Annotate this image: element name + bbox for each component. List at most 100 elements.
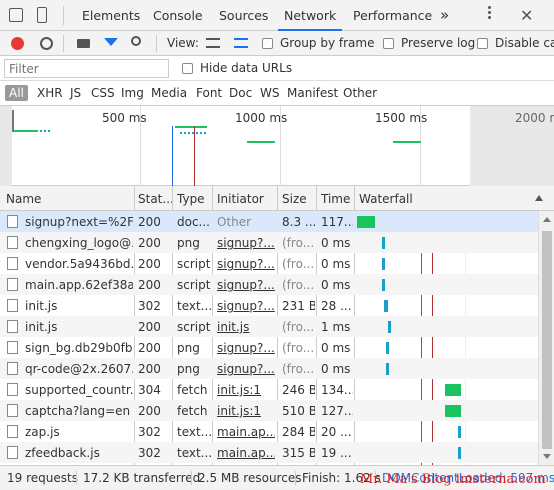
waterfall-bar bbox=[382, 237, 386, 249]
more-options-icon[interactable] bbox=[488, 6, 491, 9]
request-row[interactable]: main.app.62ef38a... 200 script signup?... (f… bbox=[0, 274, 538, 295]
inspect-element-icon[interactable] bbox=[9, 8, 23, 22]
file-icon bbox=[7, 341, 18, 354]
request-row[interactable]: zap.js 302 text... main.ap... 284 B 20 ... bbox=[0, 421, 538, 442]
type-filter-xhr[interactable]: XHR bbox=[37, 86, 63, 100]
disable-cache-checkbox[interactable] bbox=[477, 38, 488, 49]
search-icon[interactable] bbox=[131, 36, 141, 46]
camera-icon[interactable] bbox=[77, 39, 90, 48]
request-type: png bbox=[177, 341, 200, 355]
request-status: 200 bbox=[138, 362, 161, 376]
request-row[interactable]: init.js 200 script init.js (fro... 1 ms bbox=[0, 316, 538, 337]
request-row[interactable]: qr-code@2x.2607... 200 png signup?... (fro..… bbox=[0, 358, 538, 379]
tab-console[interactable]: Console bbox=[153, 0, 203, 31]
waterfall-bar bbox=[445, 384, 462, 396]
filter-input[interactable] bbox=[4, 59, 169, 78]
type-filter-font[interactable]: Font bbox=[196, 86, 222, 100]
request-time: 0 ms bbox=[321, 236, 351, 250]
view-label: View: bbox=[167, 36, 199, 50]
scrollbar[interactable] bbox=[538, 211, 554, 465]
scroll-down-icon[interactable] bbox=[543, 454, 551, 459]
type-filter-js[interactable]: JS bbox=[70, 86, 81, 100]
device-toolbar-icon[interactable] bbox=[37, 7, 47, 23]
waterfall-bar bbox=[457, 426, 462, 438]
request-initiator: signup?... bbox=[217, 278, 275, 292]
request-initiator: signup?... bbox=[217, 299, 275, 313]
request-status: 302 bbox=[138, 425, 161, 439]
type-filter-other[interactable]: Other bbox=[343, 86, 377, 100]
request-name: zfeedback.js bbox=[25, 446, 100, 460]
column-divider[interactable] bbox=[277, 186, 278, 210]
filter-icon[interactable] bbox=[104, 38, 118, 46]
tab-elements[interactable]: Elements bbox=[82, 0, 140, 31]
request-row[interactable]: chengxing_logo@... 200 png signup?... (fro..… bbox=[0, 232, 538, 253]
type-filter-css[interactable]: CSS bbox=[91, 86, 115, 100]
request-row[interactable]: captcha?lang=en 200 fetch init.js:1 510 B 127… bbox=[0, 400, 538, 421]
record-icon[interactable] bbox=[11, 37, 24, 50]
request-status: 200 bbox=[138, 320, 161, 334]
request-name: signup?next=%2F bbox=[25, 215, 133, 229]
column-header-size[interactable]: Size bbox=[282, 192, 307, 206]
column-header-waterfall[interactable]: Waterfall bbox=[359, 192, 413, 206]
scroll-up-icon[interactable] bbox=[543, 217, 551, 222]
column-divider[interactable] bbox=[354, 186, 355, 210]
divider bbox=[63, 6, 64, 25]
file-icon bbox=[7, 278, 18, 291]
column-header-type[interactable]: Type bbox=[177, 192, 205, 206]
overview-left-handle[interactable] bbox=[0, 106, 12, 186]
file-icon bbox=[7, 446, 18, 459]
preserve-log-checkbox[interactable] bbox=[383, 38, 394, 49]
close-icon[interactable]: ✕ bbox=[520, 6, 533, 25]
request-row[interactable]: signup?next=%2F 200 doc... Other 8.3 ... 117.… bbox=[0, 211, 538, 232]
request-initiator: signup?... bbox=[217, 257, 275, 271]
request-initiator: init.js bbox=[217, 320, 250, 334]
resources-size: 2.5 MB resources bbox=[198, 471, 302, 485]
column-header-time[interactable]: Time bbox=[321, 192, 350, 206]
request-time: 117... bbox=[321, 215, 353, 229]
waterfall-view-icon[interactable] bbox=[234, 38, 248, 48]
clear-icon[interactable] bbox=[40, 37, 53, 50]
type-filter-manifest[interactable]: Manifest bbox=[287, 86, 338, 100]
type-filter-doc[interactable]: Doc bbox=[229, 86, 252, 100]
more-tabs-button[interactable]: » bbox=[440, 0, 449, 31]
type-filter-img[interactable]: Img bbox=[121, 86, 144, 100]
column-header-name[interactable]: Name bbox=[6, 192, 41, 206]
group-by-frame-checkbox[interactable] bbox=[262, 38, 273, 49]
column-divider[interactable] bbox=[134, 186, 135, 210]
overview-tick-label: 1500 ms bbox=[375, 111, 428, 125]
tab-performance[interactable]: Performance bbox=[353, 0, 432, 31]
overview-dcl-line bbox=[172, 126, 173, 186]
request-name: vendor.5a9436bd... bbox=[25, 257, 133, 271]
column-divider[interactable] bbox=[316, 186, 317, 210]
type-filter-media[interactable]: Media bbox=[151, 86, 187, 100]
large-rows-icon[interactable] bbox=[206, 38, 220, 48]
waterfall-bar bbox=[384, 300, 388, 312]
type-filter-all[interactable]: All bbox=[5, 85, 28, 101]
request-row[interactable]: zfeedback.js 302 text... main.ap... 315 B 19 … bbox=[0, 442, 538, 463]
request-row[interactable]: supported_countr... 304 fetch init.js:1 246 … bbox=[0, 379, 538, 400]
request-row[interactable]: vendor.5a9436bd... 200 script signup?... (fr… bbox=[0, 253, 538, 274]
overview-tick-label: 2000 ms bbox=[515, 111, 554, 125]
request-time: 134... bbox=[321, 383, 353, 397]
scrollbar-thumb[interactable] bbox=[542, 231, 552, 449]
tab-network[interactable]: Network bbox=[278, 0, 343, 31]
type-filter-ws[interactable]: WS bbox=[260, 86, 279, 100]
group-by-frame-label: Group by frame bbox=[280, 36, 375, 50]
overview-load-line bbox=[194, 126, 195, 186]
request-size: (fro... bbox=[282, 236, 315, 250]
column-header-initiator[interactable]: Initiator bbox=[217, 192, 264, 206]
overview-tick-label: 500 ms bbox=[102, 111, 147, 125]
column-divider[interactable] bbox=[212, 186, 213, 210]
sort-ascending-icon[interactable] bbox=[535, 195, 543, 201]
column-header-status[interactable]: Stat... bbox=[138, 192, 174, 206]
tab-sources[interactable]: Sources bbox=[219, 0, 268, 31]
requests-count: 19 requests bbox=[7, 471, 78, 485]
request-row[interactable]: init.js 302 text... signup?... 231 B 28 ... bbox=[0, 295, 538, 316]
divider bbox=[63, 35, 64, 52]
hide-data-urls-checkbox[interactable] bbox=[182, 63, 193, 74]
request-row[interactable]: sign_bg.db29b0fb... 200 png signup?... (fro.… bbox=[0, 337, 538, 358]
overview-timeline[interactable]: 500 ms 1000 ms 1500 ms 2000 ms bbox=[0, 106, 554, 186]
request-size: 246 B bbox=[282, 383, 315, 397]
request-size: 315 B bbox=[282, 446, 315, 460]
column-divider[interactable] bbox=[172, 186, 173, 210]
